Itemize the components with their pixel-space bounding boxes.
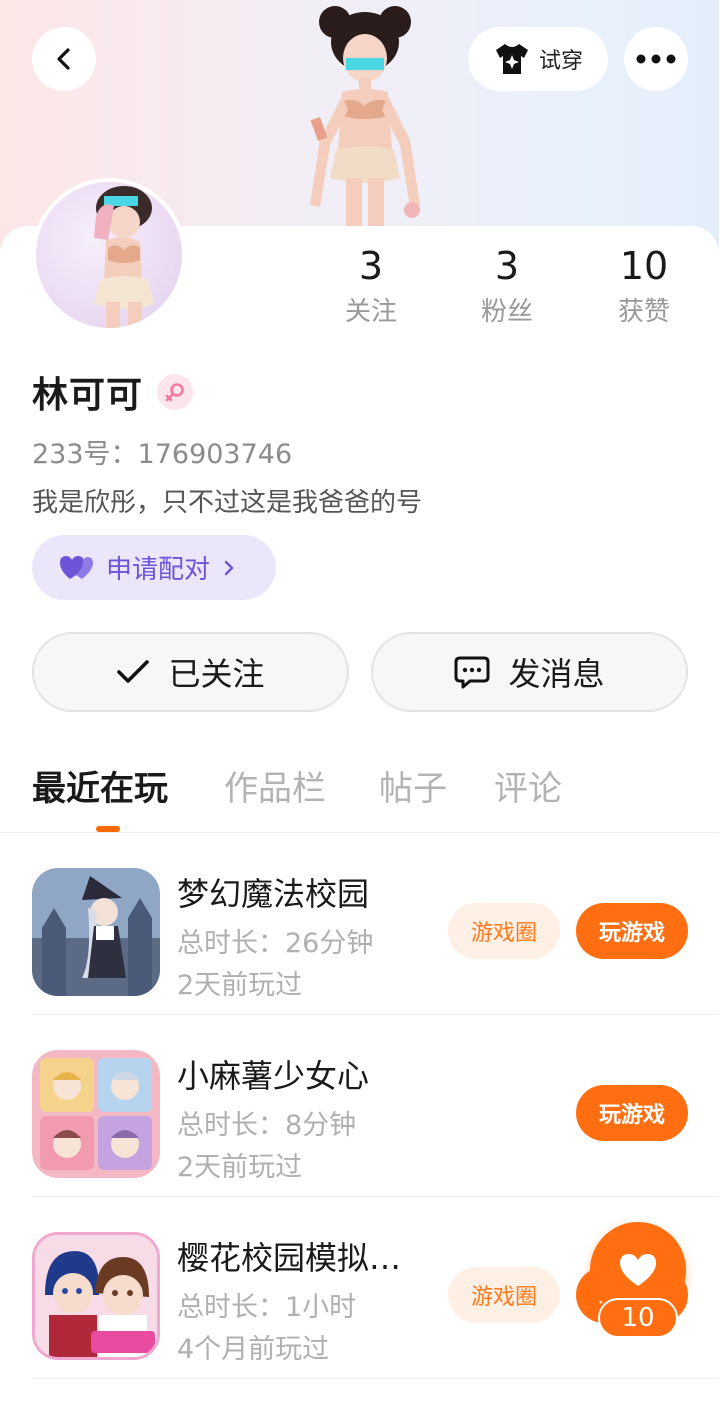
gender-badge bbox=[157, 374, 194, 410]
chevron-right-icon bbox=[224, 560, 234, 575]
followed-label: 已关注 bbox=[168, 655, 265, 693]
game-duration: 总时长：26分钟 bbox=[177, 928, 374, 959]
back-button[interactable] bbox=[32, 27, 96, 91]
game-row[interactable]: 梦幻魔法校园 总时长：26分钟 2天前玩过 游戏圈 玩游戏 bbox=[0, 833, 719, 1015]
stat-following-label: 关注 bbox=[344, 297, 397, 327]
game-title: 梦幻魔法校园 bbox=[177, 875, 370, 913]
apply-pairing-button[interactable]: 申请配对 bbox=[32, 535, 276, 600]
game-icon bbox=[32, 868, 160, 996]
row-divider bbox=[32, 1378, 719, 1379]
game-duration: 总时长：8分钟 bbox=[177, 1110, 357, 1141]
shirt-sparkle-icon bbox=[495, 44, 528, 74]
game-last-played: 4个月前玩过 bbox=[177, 1334, 330, 1365]
chat-bubble-icon bbox=[454, 656, 490, 689]
apply-pairing-label: 申请配对 bbox=[106, 555, 211, 585]
game-icon bbox=[32, 1050, 160, 1178]
tab-posts[interactable]: 帖子 bbox=[379, 766, 447, 812]
game-row[interactable]: 小麻薯少女心 总时长：8分钟 2天前玩过 玩游戏 bbox=[0, 1015, 719, 1197]
stat-likes[interactable]: 10 获赞 bbox=[584, 244, 704, 332]
stat-likes-label: 获赞 bbox=[617, 297, 670, 327]
game-title: 小麻薯少女心 bbox=[177, 1057, 370, 1095]
chevron-left-icon bbox=[57, 48, 70, 70]
game-title: 樱花校园模拟… bbox=[177, 1239, 402, 1277]
play-game-button[interactable]: 玩游戏 bbox=[576, 903, 688, 959]
game-last-played: 2天前玩过 bbox=[177, 970, 303, 1001]
name-row: 林可可 bbox=[32, 366, 194, 418]
stat-likes-count: 10 bbox=[619, 244, 669, 288]
play-game-button[interactable]: 玩游戏 bbox=[576, 1085, 688, 1141]
tab-comments[interactable]: 评论 bbox=[494, 766, 562, 812]
stat-following-count: 3 bbox=[358, 244, 384, 288]
game-cover-magic-school bbox=[32, 868, 160, 996]
send-message-label: 发消息 bbox=[508, 655, 605, 693]
avatar-3d-figure bbox=[310, 6, 420, 230]
heart-icon bbox=[620, 1254, 656, 1286]
game-circle-button[interactable]: 游戏圈 bbox=[448, 1267, 560, 1323]
like-count: 10 bbox=[598, 1298, 678, 1338]
game-circle-button[interactable]: 游戏圈 bbox=[448, 903, 560, 959]
female-icon bbox=[165, 383, 184, 402]
game-cover-xiaomashu bbox=[32, 1050, 160, 1178]
try-on-button[interactable]: 试穿 bbox=[468, 27, 608, 91]
send-message-button[interactable]: 发消息 bbox=[371, 632, 688, 712]
stat-following[interactable]: 3 关注 bbox=[311, 244, 431, 332]
user-id: 233号：176903746 bbox=[32, 439, 293, 470]
avatar[interactable] bbox=[32, 178, 186, 332]
double-heart-icon bbox=[60, 555, 93, 579]
try-on-label: 试穿 bbox=[538, 49, 583, 74]
game-last-played: 2天前玩过 bbox=[177, 1152, 303, 1183]
game-cover-sakura-school bbox=[35, 1235, 157, 1357]
stat-fans-label: 粉丝 bbox=[480, 297, 533, 327]
followed-button[interactable]: 已关注 bbox=[32, 632, 349, 712]
game-icon bbox=[32, 1232, 160, 1360]
check-icon bbox=[117, 660, 150, 683]
stat-fans-count: 3 bbox=[494, 244, 520, 288]
tab-works[interactable]: 作品栏 bbox=[224, 766, 326, 812]
stat-fans[interactable]: 3 粉丝 bbox=[447, 244, 567, 332]
profile-name: 林可可 bbox=[32, 375, 144, 416]
game-duration: 总时长：1小时 bbox=[177, 1292, 357, 1323]
tab-recently-played[interactable]: 最近在玩 bbox=[32, 766, 168, 812]
avatar-image bbox=[94, 186, 154, 328]
more-button[interactable] bbox=[624, 27, 688, 91]
user-bio: 我是欣彤，只不过这是我爸爸的号 bbox=[32, 488, 423, 518]
more-dots-icon bbox=[636, 54, 676, 64]
